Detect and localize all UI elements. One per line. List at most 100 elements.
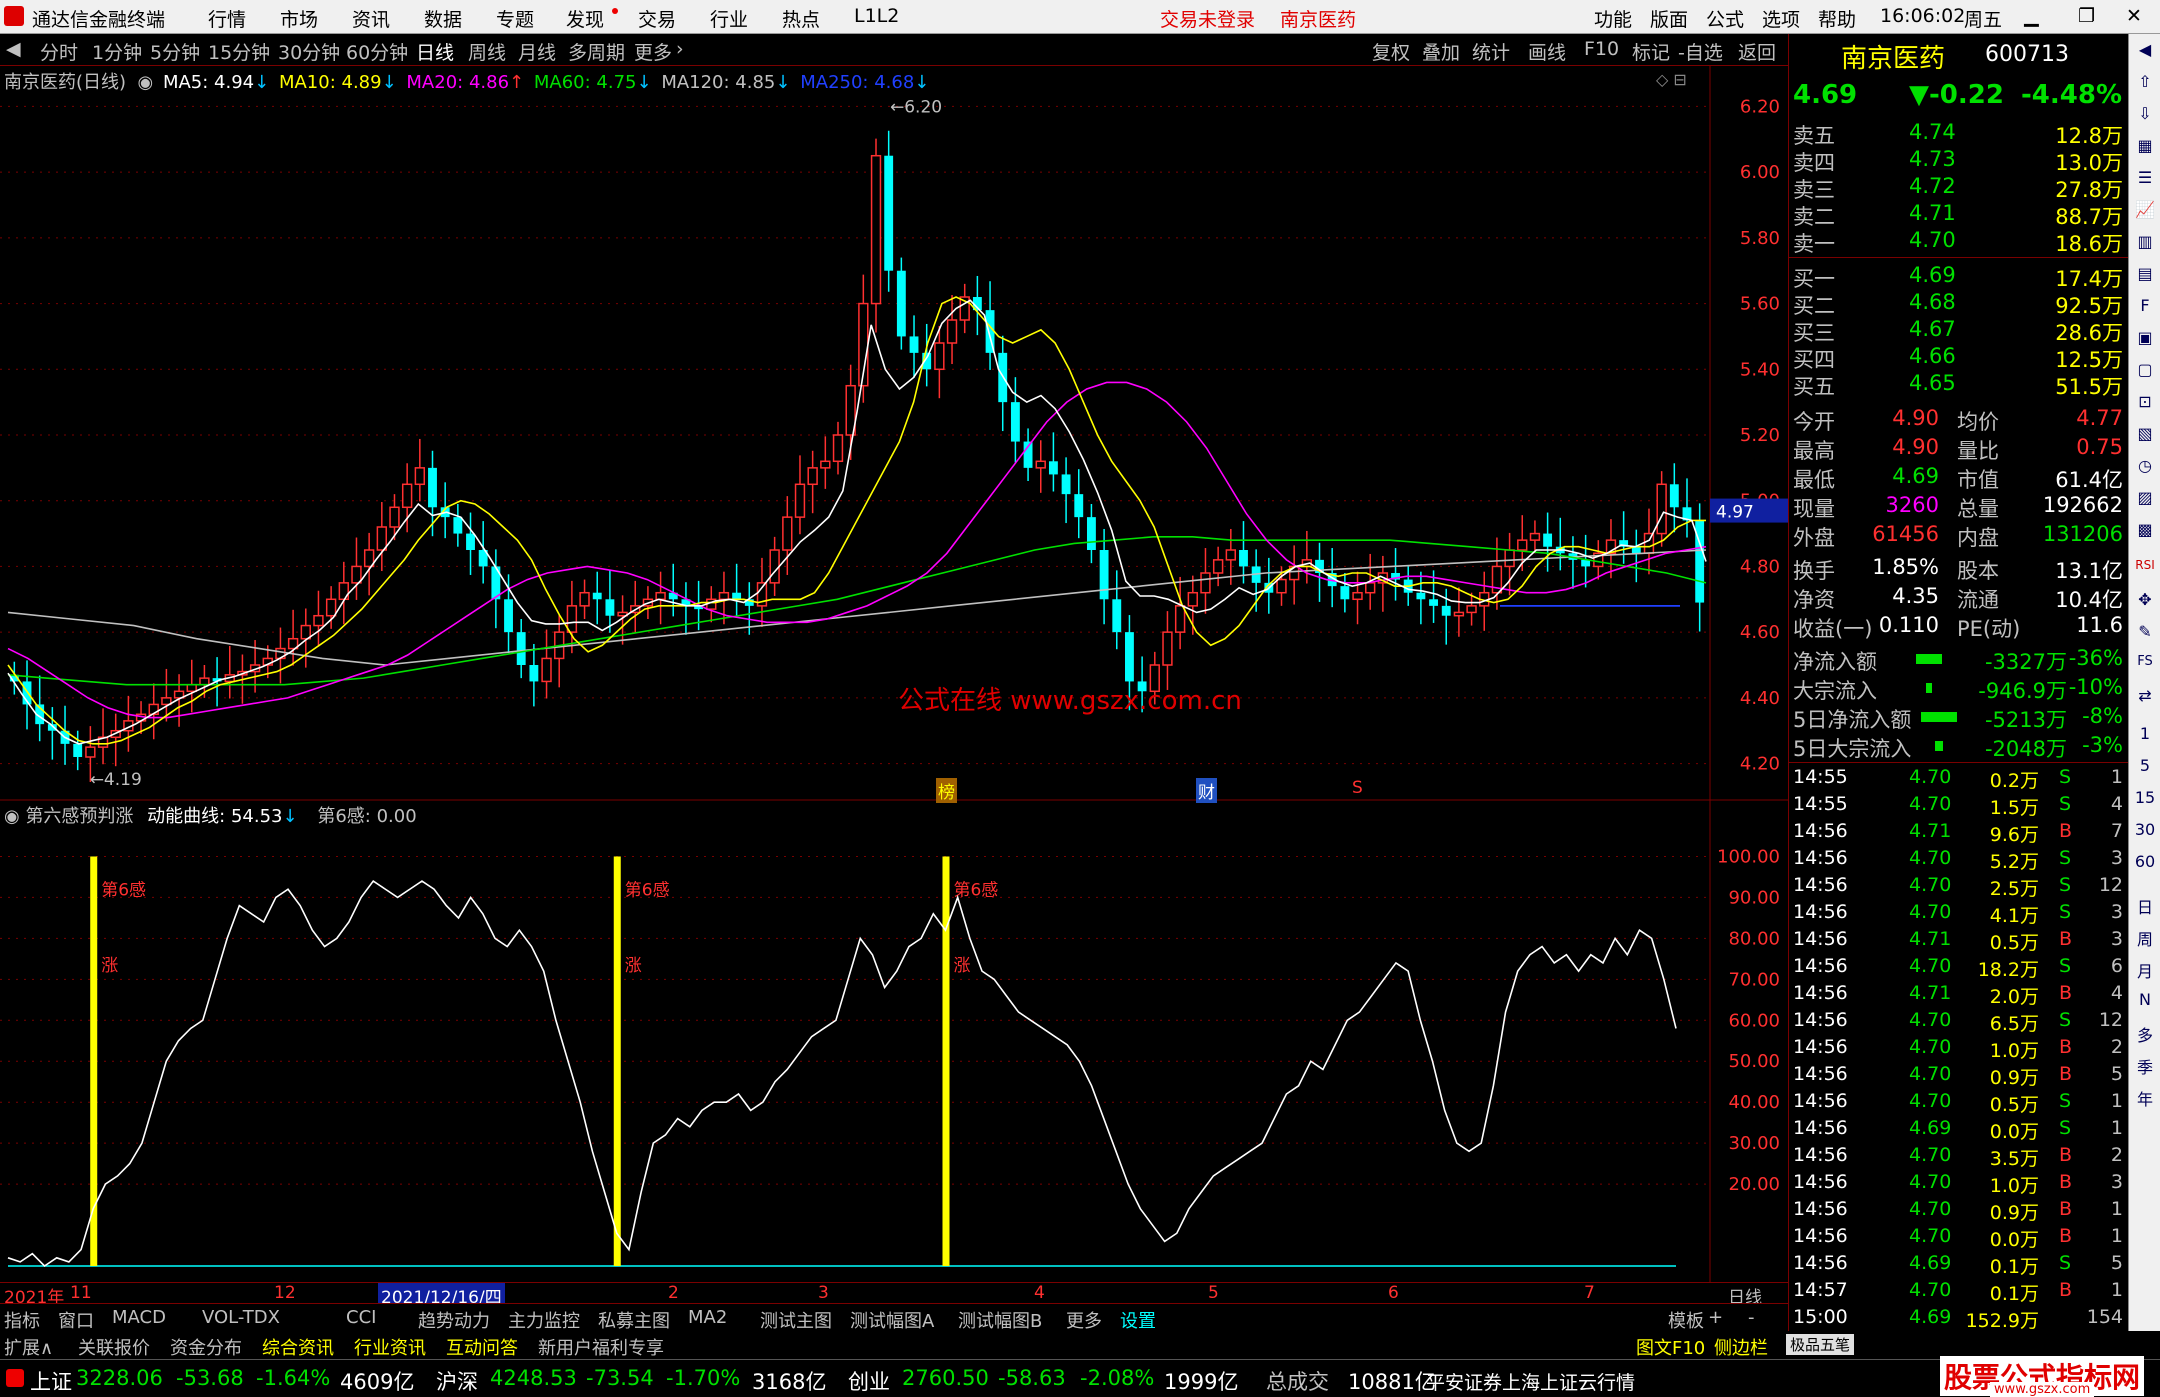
menu-banmian[interactable]: 版面 (1650, 5, 1688, 32)
indicator-tab[interactable]: 窗口 (58, 1307, 94, 1333)
menu-shuju[interactable]: 数据 (424, 5, 462, 32)
sidebar-grid-icon[interactable]: ▦ (2133, 136, 2157, 160)
sidebar-table-icon[interactable]: ▤ (2133, 264, 2157, 288)
period-monthly[interactable]: 月线 (518, 38, 556, 65)
sidebar-doc-icon[interactable]: ▢ (2133, 360, 2157, 384)
indicator-menu-icon[interactable]: ◉ (4, 806, 25, 827)
tab-tool[interactable]: + (1708, 1307, 1723, 1328)
menu-shichang[interactable]: 市场 (280, 5, 318, 32)
extension-right[interactable]: 侧边栏 (1714, 1334, 1768, 1360)
sidebar-rsi-icon[interactable]: RSI (2133, 558, 2157, 582)
sidebar-up-icon[interactable]: ⇧ (2133, 72, 2157, 96)
period-15min[interactable]: 15分钟 (208, 38, 270, 65)
sidebar-week[interactable]: 周 (2133, 926, 2157, 950)
extension-right[interactable]: 极品五笔 (1786, 1334, 1855, 1355)
period-weekly[interactable]: 周线 (468, 38, 506, 65)
bid-price[interactable]: 4.66 (1909, 344, 1956, 368)
menu-zhuanti[interactable]: 专题 (496, 5, 534, 32)
indicator-tab[interactable]: 趋势动力 (418, 1307, 490, 1333)
sidebar-quarter[interactable]: 季 (2133, 1054, 2157, 1078)
btn-diejia[interactable]: 叠加 (1422, 38, 1460, 65)
extension-tab[interactable]: 行业资讯 (354, 1334, 426, 1360)
restore-icon[interactable]: ❐ (2078, 5, 2095, 27)
btn-huaxian[interactable]: 画线 (1528, 38, 1566, 65)
sidebar-min-15[interactable]: 15 (2133, 788, 2157, 812)
menu-redian[interactable]: 热点 (782, 5, 820, 32)
ask-price[interactable]: 4.71 (1909, 201, 1956, 225)
menu-zixun[interactable]: 资讯 (352, 5, 390, 32)
btn-fanhui[interactable]: 返回 (1738, 38, 1776, 65)
ask-price[interactable]: 4.72 (1909, 174, 1956, 198)
indicator-tab[interactable]: VOL-TDX (202, 1307, 280, 1328)
sidebar-clock-icon[interactable]: ◷ (2133, 456, 2157, 480)
sidebar-list-icon[interactable]: ☰ (2133, 168, 2157, 192)
btn-zixuan[interactable]: -自选 (1678, 38, 1723, 65)
extension-tab[interactable]: 互动问答 (446, 1334, 518, 1360)
sidebar-move-icon[interactable]: ✥ (2133, 590, 2157, 614)
indicator-tab[interactable]: 更多 (1066, 1307, 1102, 1333)
indicator-tab[interactable]: 设置 (1120, 1307, 1156, 1333)
cy-name[interactable]: 创业 (848, 1366, 890, 1396)
period-multi[interactable]: 多周期 (568, 38, 625, 65)
period-5min[interactable]: 5分钟 (150, 38, 200, 65)
close-icon[interactable]: ✕ (2126, 5, 2142, 27)
btn-fuquan[interactable]: 复权 (1372, 38, 1410, 65)
indicator-tab[interactable]: 测试主图 (760, 1307, 832, 1333)
menu-gongshi[interactable]: 公式 (1706, 5, 1744, 32)
marker-cai[interactable]: 财 (1196, 778, 1217, 803)
bid-price[interactable]: 4.65 (1909, 371, 1956, 395)
menu-bangzhu[interactable]: 帮助 (1818, 5, 1856, 32)
btn-tongji[interactable]: 统计 (1472, 38, 1510, 65)
menu-jiaoyi[interactable]: 交易 (638, 5, 676, 32)
sidebar-swap-icon[interactable]: ⇄ (2133, 686, 2157, 710)
menu-hangye[interactable]: 行业 (710, 5, 748, 32)
ask-price[interactable]: 4.73 (1909, 147, 1956, 171)
sidebar-report-icon[interactable]: ▩ (2133, 520, 2157, 544)
indicator-tab[interactable]: 测试幅图B (958, 1307, 1042, 1333)
sidebar-bars-icon[interactable]: ▨ (2133, 488, 2157, 512)
sidebar-pen-icon[interactable]: ✎ (2133, 622, 2157, 646)
extension-tab[interactable]: 关联报价 (78, 1334, 150, 1360)
sh-name[interactable]: 上证 (30, 1366, 72, 1396)
tab-tool[interactable]: 模板 (1668, 1307, 1704, 1333)
sidebar-news-icon[interactable]: ▣ (2133, 328, 2157, 352)
chart-area[interactable]: ←6.20 ←4.19 第6感涨 第6感涨 第6感涨 6.20 6.00 5.80 5.60… (0, 66, 1788, 1303)
marker-s[interactable]: S (1352, 778, 1363, 798)
indicator-tab[interactable]: 私募主图 (598, 1307, 670, 1333)
collapse-icon[interactable]: ◀ (6, 38, 21, 60)
menu-l1l2[interactable]: L1L2 (854, 5, 899, 27)
sidebar-min-1[interactable]: 1 (2133, 724, 2157, 748)
bid-price[interactable]: 4.69 (1909, 263, 1956, 287)
indicator-tab[interactable]: 主力监控 (508, 1307, 580, 1333)
sz-name[interactable]: 沪深 (436, 1366, 478, 1396)
period-1min[interactable]: 1分钟 (92, 38, 142, 65)
sidebar-bookmark-icon[interactable]: ⊡ (2133, 392, 2157, 416)
chart-menu-icon[interactable]: ◉ (132, 72, 154, 93)
period-more[interactable]: 更多 (634, 38, 672, 65)
sidebar-data-icon[interactable]: ▧ (2133, 424, 2157, 448)
menu-gongneng[interactable]: 功能 (1594, 5, 1632, 32)
sidebar-fin-icon[interactable]: F (2133, 296, 2157, 320)
tab-tool[interactable]: - (1748, 1307, 1755, 1328)
extension-tab[interactable]: 综合资讯 (262, 1334, 334, 1360)
login-status[interactable]: 交易未登录 (1160, 5, 1255, 32)
sidebar-min-5[interactable]: 5 (2133, 756, 2157, 780)
period-fenshi[interactable]: 分时 (40, 38, 78, 65)
extension-tab[interactable]: 扩展∧ (4, 1334, 53, 1360)
sidebar-month[interactable]: 月 (2133, 958, 2157, 982)
btn-biaoji[interactable]: 标记 (1632, 38, 1670, 65)
sidebar-chart-icon[interactable]: 📈 (2133, 200, 2157, 224)
indicator-tab[interactable]: MACD (112, 1307, 166, 1328)
sidebar-multi[interactable]: 多 (2133, 1022, 2157, 1046)
sidebar-fs-icon[interactable]: FS (2133, 654, 2157, 678)
indicator-tab[interactable]: MA2 (688, 1307, 727, 1328)
extension-tab[interactable]: 新用户福利专享 (538, 1334, 664, 1360)
extension-right[interactable]: 图文F10 (1636, 1334, 1705, 1360)
sidebar-candle-icon[interactable]: ▥ (2133, 232, 2157, 256)
sidebar-down-icon[interactable]: ⇩ (2133, 104, 2157, 128)
period-30min[interactable]: 30分钟 (278, 38, 340, 65)
chart-options-icon[interactable]: ◇ ⊟ (1656, 70, 1687, 89)
menu-hangqing[interactable]: 行情 (208, 5, 246, 32)
indicator-tab[interactable]: CCI (346, 1307, 376, 1328)
bid-price[interactable]: 4.67 (1909, 317, 1956, 341)
